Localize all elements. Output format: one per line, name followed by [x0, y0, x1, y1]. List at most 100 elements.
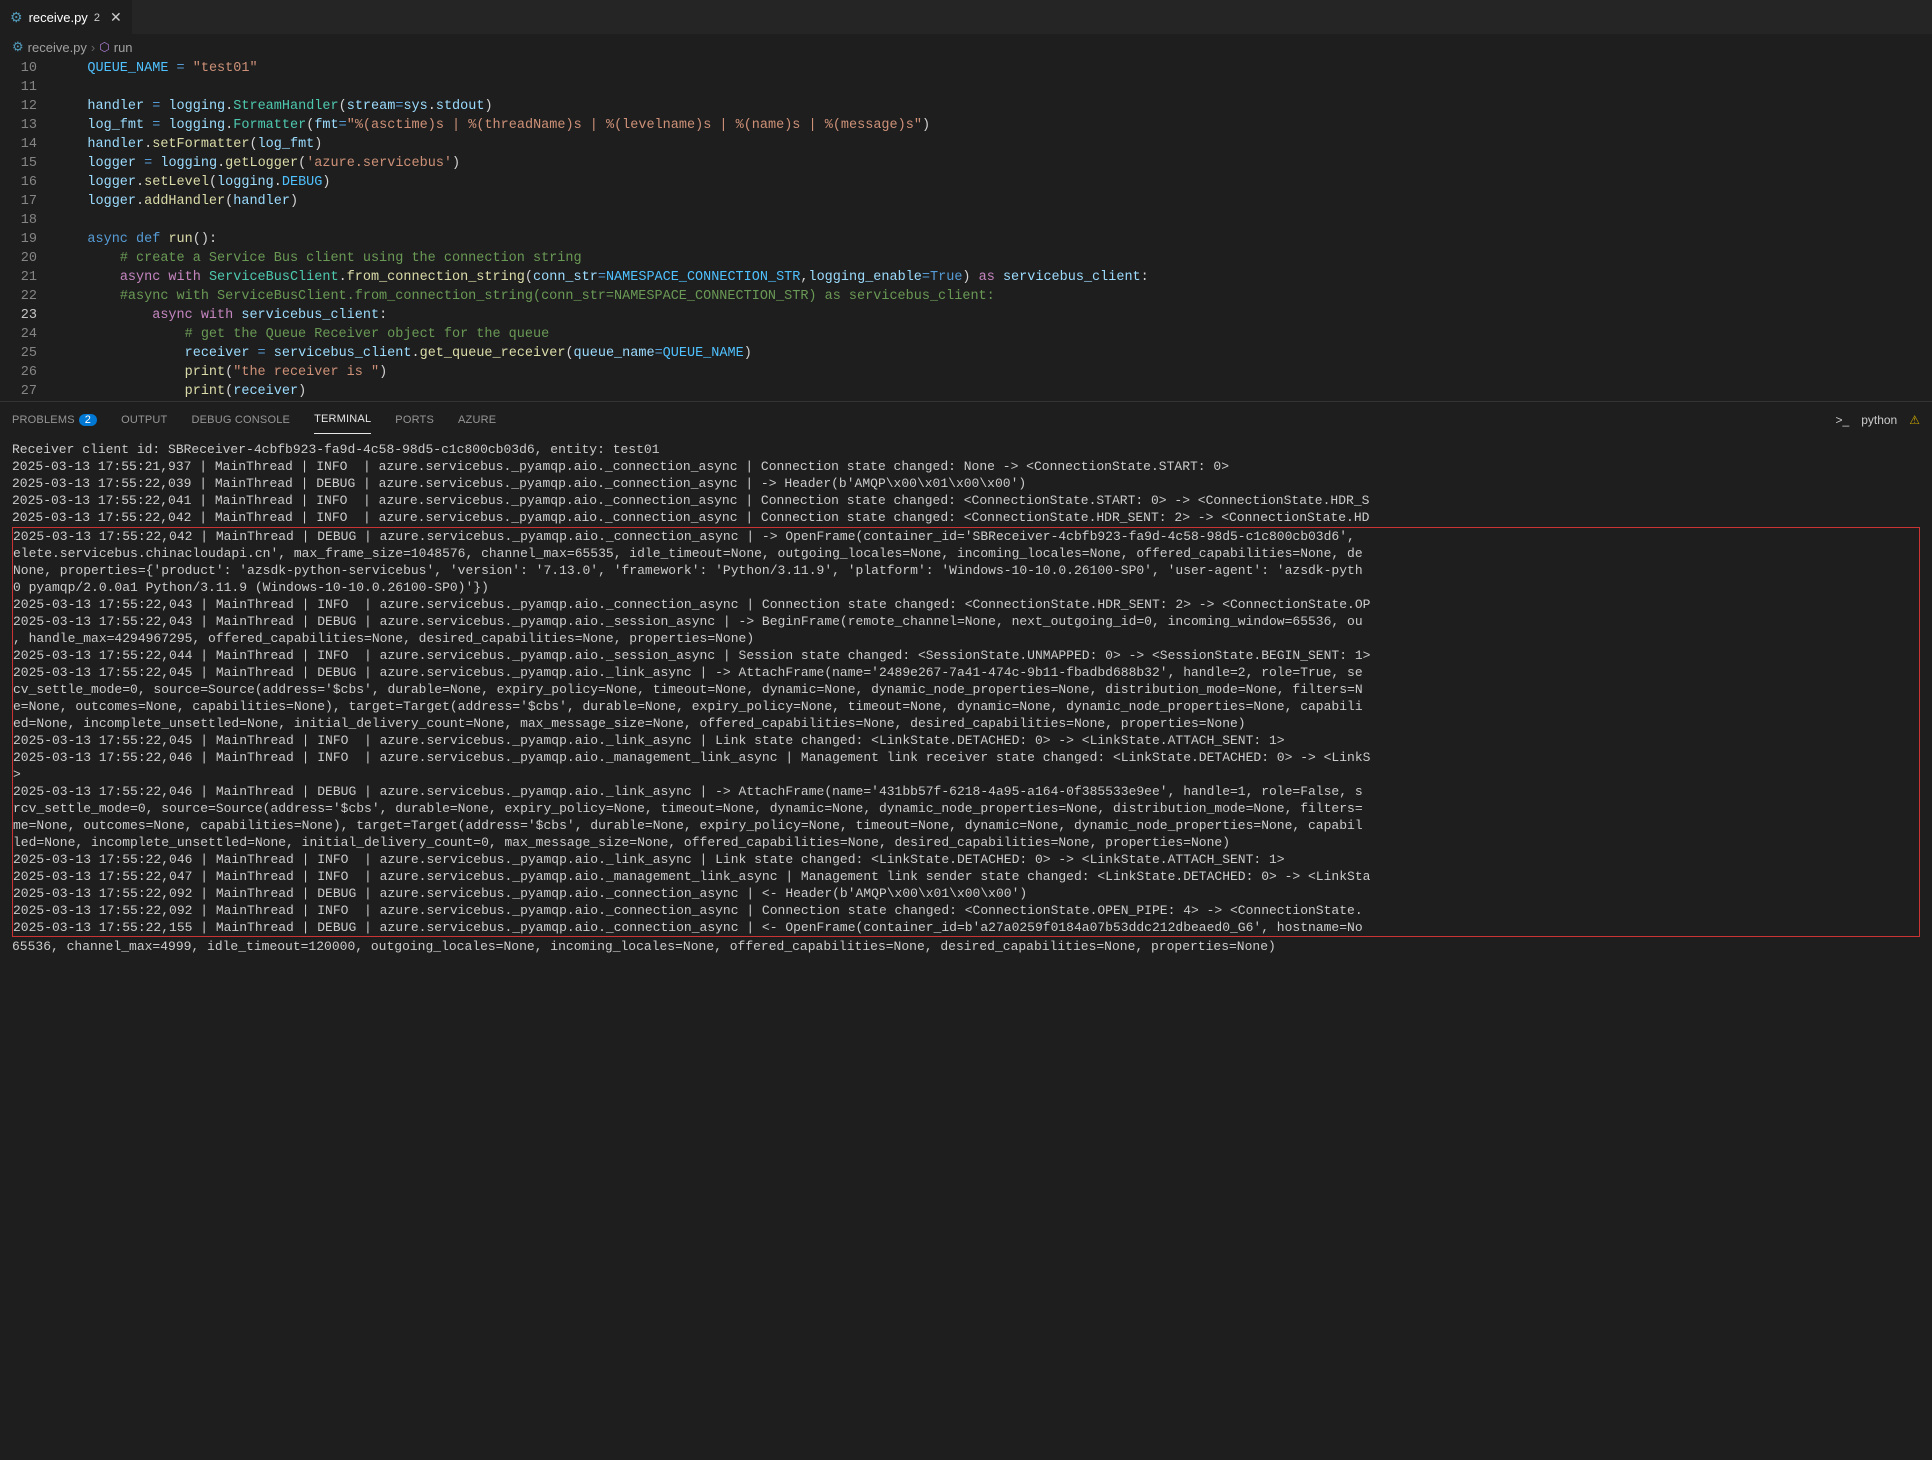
- log-line: 2025-03-13 17:55:22,042 | MainThread | D…: [13, 528, 1919, 545]
- python-file-icon: ⚙: [12, 39, 24, 55]
- log-line: 2025-03-13 17:55:22,045 | MainThread | I…: [13, 732, 1919, 749]
- log-line: 2025-03-13 17:55:22,092 | MainThread | D…: [13, 885, 1919, 902]
- line-number: 22: [0, 287, 55, 306]
- symbol-method-icon: ⬡: [99, 40, 109, 54]
- tab-label: receive.py: [29, 10, 88, 25]
- line-number: 27: [0, 382, 55, 401]
- log-line: rcv_settle_mode=0, source=Source(address…: [13, 800, 1919, 817]
- code-content: # get the Queue Receiver object for the …: [55, 325, 549, 344]
- code-content: receiver = servicebus_client.get_queue_r…: [55, 344, 752, 363]
- code-content: #async with ServiceBusClient.from_connec…: [55, 287, 995, 306]
- warning-icon[interactable]: ⚠: [1909, 413, 1920, 427]
- code-line[interactable]: 19 async def run():: [0, 230, 1932, 249]
- code-line[interactable]: 10 QUEUE_NAME = "test01": [0, 59, 1932, 78]
- code-line[interactable]: 13 log_fmt = logging.Formatter(fmt="%(as…: [0, 116, 1932, 135]
- line-number: 13: [0, 116, 55, 135]
- line-number: 10: [0, 59, 55, 78]
- code-content: logger.setLevel(logging.DEBUG): [55, 173, 331, 192]
- line-number: 26: [0, 363, 55, 382]
- terminal-output[interactable]: Receiver client id: SBReceiver-4cbfb923-…: [0, 437, 1932, 1460]
- breadcrumb-file: receive.py: [28, 40, 87, 55]
- code-line[interactable]: 12 handler = logging.StreamHandler(strea…: [0, 97, 1932, 116]
- code-content: handler = logging.StreamHandler(stream=s…: [55, 97, 493, 116]
- code-content: handler.setFormatter(log_fmt): [55, 135, 322, 154]
- code-line[interactable]: 21 async with ServiceBusClient.from_conn…: [0, 268, 1932, 287]
- breadcrumb-symbol: run: [114, 40, 133, 55]
- terminal-actions: >_ python ⚠: [1836, 413, 1920, 427]
- code-line[interactable]: 14 handler.setFormatter(log_fmt): [0, 135, 1932, 154]
- code-content: # create a Service Bus client using the …: [55, 249, 582, 268]
- line-number: 15: [0, 154, 55, 173]
- line-number: 20: [0, 249, 55, 268]
- code-content: print(receiver): [55, 382, 306, 401]
- log-line: e=None, outcomes=None, capabilities=None…: [13, 698, 1919, 715]
- line-number: 16: [0, 173, 55, 192]
- code-content: print("the receiver is "): [55, 363, 387, 382]
- chevron-right-icon: ›: [91, 40, 95, 55]
- log-line: Receiver client id: SBReceiver-4cbfb923-…: [12, 441, 1920, 458]
- code-line[interactable]: 27 print(receiver): [0, 382, 1932, 401]
- panel-tab-ports[interactable]: PORTS: [395, 406, 434, 434]
- line-number: 25: [0, 344, 55, 363]
- code-editor[interactable]: 10 QUEUE_NAME = "test01"1112 handler = l…: [0, 59, 1932, 401]
- code-line[interactable]: 17 logger.addHandler(handler): [0, 192, 1932, 211]
- code-line[interactable]: 25 receiver = servicebus_client.get_queu…: [0, 344, 1932, 363]
- line-number: 24: [0, 325, 55, 344]
- code-content: logger = logging.getLogger('azure.servic…: [55, 154, 460, 173]
- log-line: 0 pyamqp/2.0.0a1 Python/3.11.9 (Windows-…: [13, 579, 1919, 596]
- tab-dirty-indicator: 2: [94, 12, 100, 24]
- log-line: 2025-03-13 17:55:22,044 | MainThread | I…: [13, 647, 1919, 664]
- python-file-icon: ⚙: [10, 9, 23, 26]
- code-line[interactable]: 26 print("the receiver is "): [0, 363, 1932, 382]
- highlighted-log-block: 2025-03-13 17:55:22,042 | MainThread | D…: [12, 527, 1920, 937]
- log-line: 2025-03-13 17:55:22,045 | MainThread | D…: [13, 664, 1919, 681]
- panel-tab-terminal[interactable]: TERMINAL: [314, 405, 371, 434]
- line-number: 18: [0, 211, 55, 230]
- line-number: 23: [0, 306, 55, 325]
- log-line: led=None, incomplete_unsettled=None, ini…: [13, 834, 1919, 851]
- log-line: ed=None, incomplete_unsettled=None, init…: [13, 715, 1919, 732]
- code-line[interactable]: 24 # get the Queue Receiver object for t…: [0, 325, 1932, 344]
- breadcrumb[interactable]: ⚙ receive.py › ⬡ run: [0, 35, 1932, 59]
- log-line: >: [13, 766, 1919, 783]
- log-line: 2025-03-13 17:55:22,043 | MainThread | I…: [13, 596, 1919, 613]
- code-content: QUEUE_NAME = "test01": [55, 59, 258, 78]
- log-line: 2025-03-13 17:55:21,937 | MainThread | I…: [12, 458, 1920, 475]
- code-line[interactable]: 15 logger = logging.getLogger('azure.ser…: [0, 154, 1932, 173]
- editor-tab-receive[interactable]: ⚙ receive.py 2 ✕: [0, 0, 132, 35]
- bottom-panel: PROBLEMS2 OUTPUT DEBUG CONSOLE TERMINAL PORT…: [0, 401, 1932, 1460]
- log-line: me=None, outcomes=None, capabilities=Non…: [13, 817, 1919, 834]
- log-line: 2025-03-13 17:55:22,046 | MainThread | I…: [13, 851, 1919, 868]
- log-line: 2025-03-13 17:55:22,155 | MainThread | D…: [13, 919, 1919, 936]
- log-line: 2025-03-13 17:55:22,043 | MainThread | D…: [13, 613, 1919, 630]
- code-line[interactable]: 20 # create a Service Bus client using t…: [0, 249, 1932, 268]
- panel-tab-output[interactable]: OUTPUT: [121, 406, 167, 434]
- close-icon[interactable]: ✕: [110, 9, 122, 26]
- log-line: 2025-03-13 17:55:22,042 | MainThread | I…: [12, 509, 1920, 526]
- code-content: async def run():: [55, 230, 217, 249]
- panel-tab-debug-console[interactable]: DEBUG CONSOLE: [191, 406, 290, 434]
- log-line: elete.servicebus.chinacloudapi.cn', max_…: [13, 545, 1919, 562]
- code-line[interactable]: 22 #async with ServiceBusClient.from_con…: [0, 287, 1932, 306]
- line-number: 21: [0, 268, 55, 287]
- code-line[interactable]: 18: [0, 211, 1932, 230]
- panel-tab-problems[interactable]: PROBLEMS2: [12, 406, 97, 434]
- editor-tabs-bar: ⚙ receive.py 2 ✕: [0, 0, 1932, 35]
- line-number: 11: [0, 78, 55, 97]
- line-number: 17: [0, 192, 55, 211]
- line-number: 19: [0, 230, 55, 249]
- terminal-icon[interactable]: >_: [1836, 413, 1850, 427]
- code-line[interactable]: 16 logger.setLevel(logging.DEBUG): [0, 173, 1932, 192]
- code-content: logger.addHandler(handler): [55, 192, 298, 211]
- line-number: 14: [0, 135, 55, 154]
- log-line: 2025-03-13 17:55:22,046 | MainThread | D…: [13, 783, 1919, 800]
- code-line[interactable]: 23 async with servicebus_client:: [0, 306, 1932, 325]
- log-line: 2025-03-13 17:55:22,047 | MainThread | I…: [13, 868, 1919, 885]
- panel-tab-azure[interactable]: AZURE: [458, 406, 496, 434]
- log-line: , handle_max=4294967295, offered_capabil…: [13, 630, 1919, 647]
- badge: 2: [79, 414, 97, 426]
- code-content: async with ServiceBusClient.from_connect…: [55, 268, 1149, 287]
- terminal-shell-label[interactable]: python: [1861, 413, 1897, 427]
- code-line[interactable]: 11: [0, 78, 1932, 97]
- log-line: 65536, channel_max=4999, idle_timeout=12…: [12, 938, 1920, 955]
